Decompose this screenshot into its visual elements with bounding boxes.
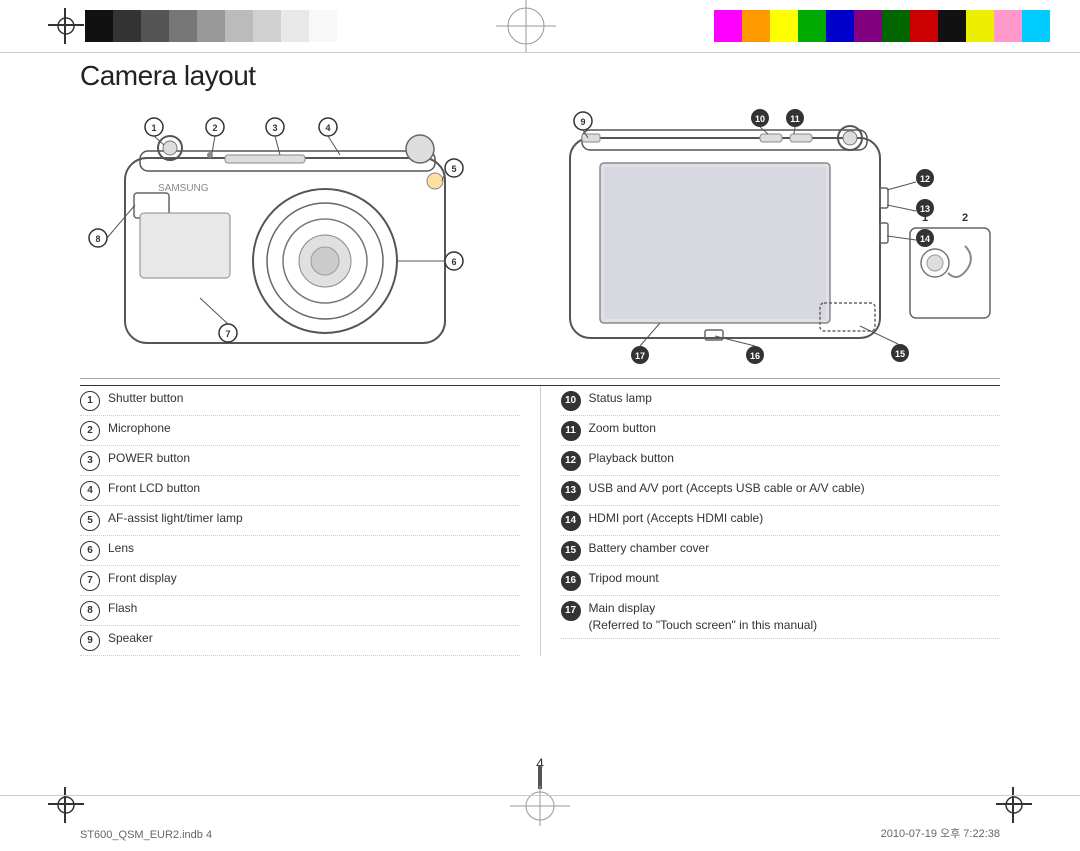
part-desc-2: Microphone xyxy=(108,420,520,437)
color-strip-left xyxy=(85,10,337,42)
svg-text:11: 11 xyxy=(790,114,800,124)
part-row-8: 8 Flash xyxy=(80,596,520,626)
camera-front-diagram: SAMSUNG 1 2 3 4 xyxy=(80,113,510,363)
part-row-10: 10 Status lamp xyxy=(561,386,1001,416)
part-num-4: 4 xyxy=(80,481,100,501)
part-desc-6: Lens xyxy=(108,540,520,557)
main-content: Camera layout xyxy=(80,60,1000,771)
svg-text:9: 9 xyxy=(580,117,585,127)
part-row-4: 4 Front LCD button xyxy=(80,476,520,506)
part-num-9: 9 xyxy=(80,631,100,651)
svg-text:7: 7 xyxy=(225,329,230,339)
part-num-14: 14 xyxy=(561,511,581,531)
svg-text:6: 6 xyxy=(451,257,456,267)
svg-text:3: 3 xyxy=(272,123,277,133)
svg-text:14: 14 xyxy=(920,234,930,244)
part-num-15: 15 xyxy=(561,541,581,561)
part-row-9: 9 Speaker xyxy=(80,626,520,656)
part-row-7: 7 Front display xyxy=(80,566,520,596)
part-num-12: 12 xyxy=(561,451,581,471)
part-row-13: 13 USB and A/V port (Accepts USB cable o… xyxy=(561,476,1001,506)
reg-mark-top-left xyxy=(48,8,84,44)
svg-text:15: 15 xyxy=(895,349,905,359)
svg-text:12: 12 xyxy=(920,174,930,184)
color-strip-right xyxy=(714,10,1050,42)
diagrams-container: SAMSUNG 1 2 3 4 xyxy=(80,108,1000,368)
part-num-17: 17 xyxy=(561,601,581,621)
footer-timestamp: 2010-07-19 오후 7:22:38 xyxy=(881,825,1000,841)
part-desc-13: USB and A/V port (Accepts USB cable or A… xyxy=(589,480,1001,497)
svg-text:10: 10 xyxy=(755,114,765,124)
part-row-17: 17 Main display(Referred to "Touch scree… xyxy=(561,596,1001,639)
part-desc-3: POWER button xyxy=(108,450,520,467)
part-row-2: 2 Microphone xyxy=(80,416,520,446)
part-num-5: 5 xyxy=(80,511,100,531)
page-title: Camera layout xyxy=(80,60,1000,92)
part-num-1: 1 xyxy=(80,391,100,411)
part-desc-1: Shutter button xyxy=(108,390,520,407)
svg-text:2: 2 xyxy=(212,123,217,133)
svg-text:16: 16 xyxy=(750,351,760,361)
top-divider xyxy=(0,52,1080,53)
svg-text:8: 8 xyxy=(95,234,100,244)
svg-text:SAMSUNG: SAMSUNG xyxy=(158,183,209,194)
top-bar xyxy=(0,0,1080,52)
bottom-divider xyxy=(0,795,1080,796)
part-row-3: 3 POWER button xyxy=(80,446,520,476)
svg-text:1: 1 xyxy=(151,123,156,133)
camera-back-diagram: 1 2 9 10 11 12 13 xyxy=(560,108,1000,368)
footer-filename: ST600_QSM_EUR2.indb 4 xyxy=(80,829,212,841)
part-row-14: 14 HDMI port (Accepts HDMI cable) xyxy=(561,506,1001,536)
part-desc-4: Front LCD button xyxy=(108,480,520,497)
part-desc-8: Flash xyxy=(108,600,520,617)
part-num-3: 3 xyxy=(80,451,100,471)
part-desc-11: Zoom button xyxy=(589,420,1001,437)
part-row-16: 16 Tripod mount xyxy=(561,566,1001,596)
part-num-8: 8 xyxy=(80,601,100,621)
part-desc-16: Tripod mount xyxy=(589,570,1001,587)
part-desc-7: Front display xyxy=(108,570,520,587)
part-num-2: 2 xyxy=(80,421,100,441)
part-desc-15: Battery chamber cover xyxy=(589,540,1001,557)
part-row-12: 12 Playback button xyxy=(561,446,1001,476)
part-num-11: 11 xyxy=(561,421,581,441)
parts-column-right: 10 Status lamp 11 Zoom button 12 Playbac… xyxy=(561,386,1001,656)
part-desc-12: Playback button xyxy=(589,450,1001,467)
part-desc-17: Main display(Referred to "Touch screen" … xyxy=(589,600,1001,634)
svg-text:2: 2 xyxy=(962,212,968,224)
part-row-6: 6 Lens xyxy=(80,536,520,566)
part-desc-5: AF-assist light/timer lamp xyxy=(108,510,520,527)
part-row-15: 15 Battery chamber cover xyxy=(561,536,1001,566)
part-desc-10: Status lamp xyxy=(589,390,1001,407)
part-desc-9: Speaker xyxy=(108,630,520,647)
part-desc-14: HDMI port (Accepts HDMI cable) xyxy=(589,510,1001,527)
parts-separator xyxy=(80,378,1000,379)
part-row-1: 1 Shutter button xyxy=(80,386,520,416)
center-reg-mark xyxy=(496,0,556,52)
part-num-10: 10 xyxy=(561,391,581,411)
part-row-5: 5 AF-assist light/timer lamp xyxy=(80,506,520,536)
svg-text:5: 5 xyxy=(451,164,456,174)
parts-list: 1 Shutter button 2 Microphone 3 POWER bu… xyxy=(80,385,1000,656)
parts-column-left: 1 Shutter button 2 Microphone 3 POWER bu… xyxy=(80,386,541,656)
part-row-11: 11 Zoom button xyxy=(561,416,1001,446)
part-num-7: 7 xyxy=(80,571,100,591)
part-num-6: 6 xyxy=(80,541,100,561)
bottom-center-reg xyxy=(510,786,570,831)
part-num-16: 16 xyxy=(561,571,581,591)
svg-text:13: 13 xyxy=(920,204,930,214)
part-num-13: 13 xyxy=(561,481,581,501)
svg-text:17: 17 xyxy=(635,351,645,361)
svg-text:4: 4 xyxy=(325,123,330,133)
